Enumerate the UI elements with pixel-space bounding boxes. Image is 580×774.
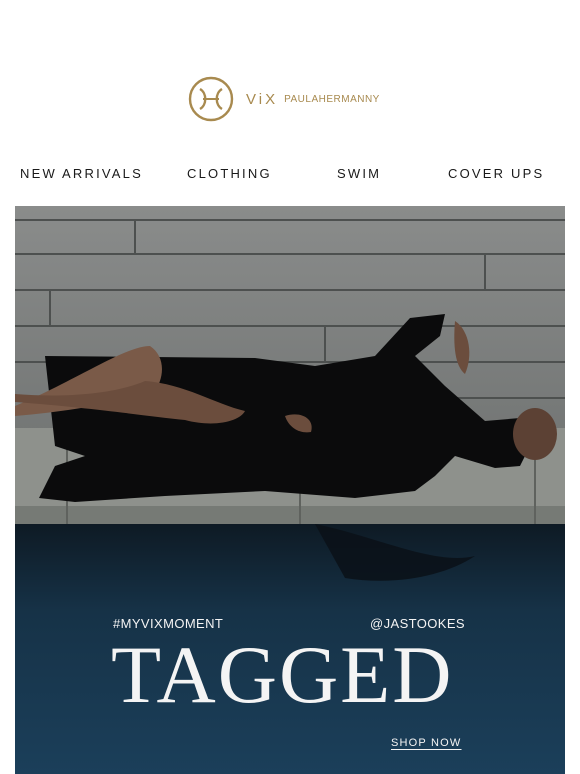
brand-name: ViX	[246, 90, 279, 108]
main-nav: NEW ARRIVALS CLOTHING SWIM COVER UPS	[0, 166, 580, 186]
brand-subname: PAULAHERMANNY	[284, 93, 380, 105]
brand-logo[interactable]: ViX PAULAHERMANNY	[188, 74, 380, 124]
nav-item-swim[interactable]: SWIM	[337, 166, 381, 181]
nav-item-new-arrivals[interactable]: NEW ARRIVALS	[20, 166, 143, 181]
shop-now-link[interactable]: SHOP NOW	[391, 737, 462, 749]
vix-monogram-icon	[188, 76, 234, 122]
nav-item-clothing[interactable]: CLOTHING	[187, 166, 272, 181]
hero-banner[interactable]: #MYVIXMOMENT @JASTOOKES TAGGED SHOP NOW	[15, 206, 565, 774]
nav-item-cover-ups[interactable]: COVER UPS	[448, 166, 544, 181]
hero-headline: TAGGED	[111, 629, 454, 720]
